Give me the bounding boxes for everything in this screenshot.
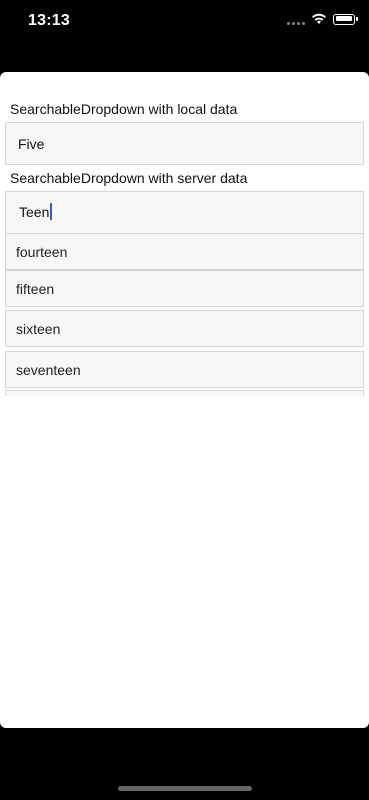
option-label: fifteen — [16, 280, 55, 297]
option-label: sixteen — [16, 320, 61, 337]
notch — [80, 0, 289, 30]
dropdown-option-sixteen[interactable]: sixteen — [5, 310, 364, 347]
dropdown-option-seventeen[interactable]: seventeen — [5, 351, 364, 388]
phone-frame: 13:13 SearchableDropdown with local data… — [0, 0, 369, 800]
option-label: seventeen — [16, 361, 81, 378]
option-label: fourteen — [16, 243, 68, 260]
status-bar: 13:13 — [0, 0, 369, 44]
dropdown-option-partial[interactable] — [5, 390, 364, 396]
signal-icon — [287, 13, 305, 25]
wifi-icon — [311, 13, 327, 25]
battery-icon — [333, 13, 358, 25]
dropdown-option-fourteen[interactable]: fourteen — [5, 233, 364, 270]
local-dropdown-field[interactable]: Five — [5, 122, 364, 165]
status-icons — [287, 13, 358, 25]
text-caret — [50, 203, 53, 221]
home-indicator[interactable] — [118, 786, 252, 791]
server-dropdown-label: SearchableDropdown with server data — [10, 170, 248, 186]
local-dropdown-value: Five — [18, 135, 45, 152]
server-search-input[interactable]: Teen — [5, 191, 364, 234]
dropdown-option-fifteen[interactable]: fifteen — [5, 270, 364, 307]
server-search-value: Teen — [19, 203, 50, 220]
app-screen: SearchableDropdown with local data Five … — [0, 72, 369, 728]
local-dropdown-label: SearchableDropdown with local data — [10, 101, 238, 117]
status-time: 13:13 — [28, 12, 70, 29]
